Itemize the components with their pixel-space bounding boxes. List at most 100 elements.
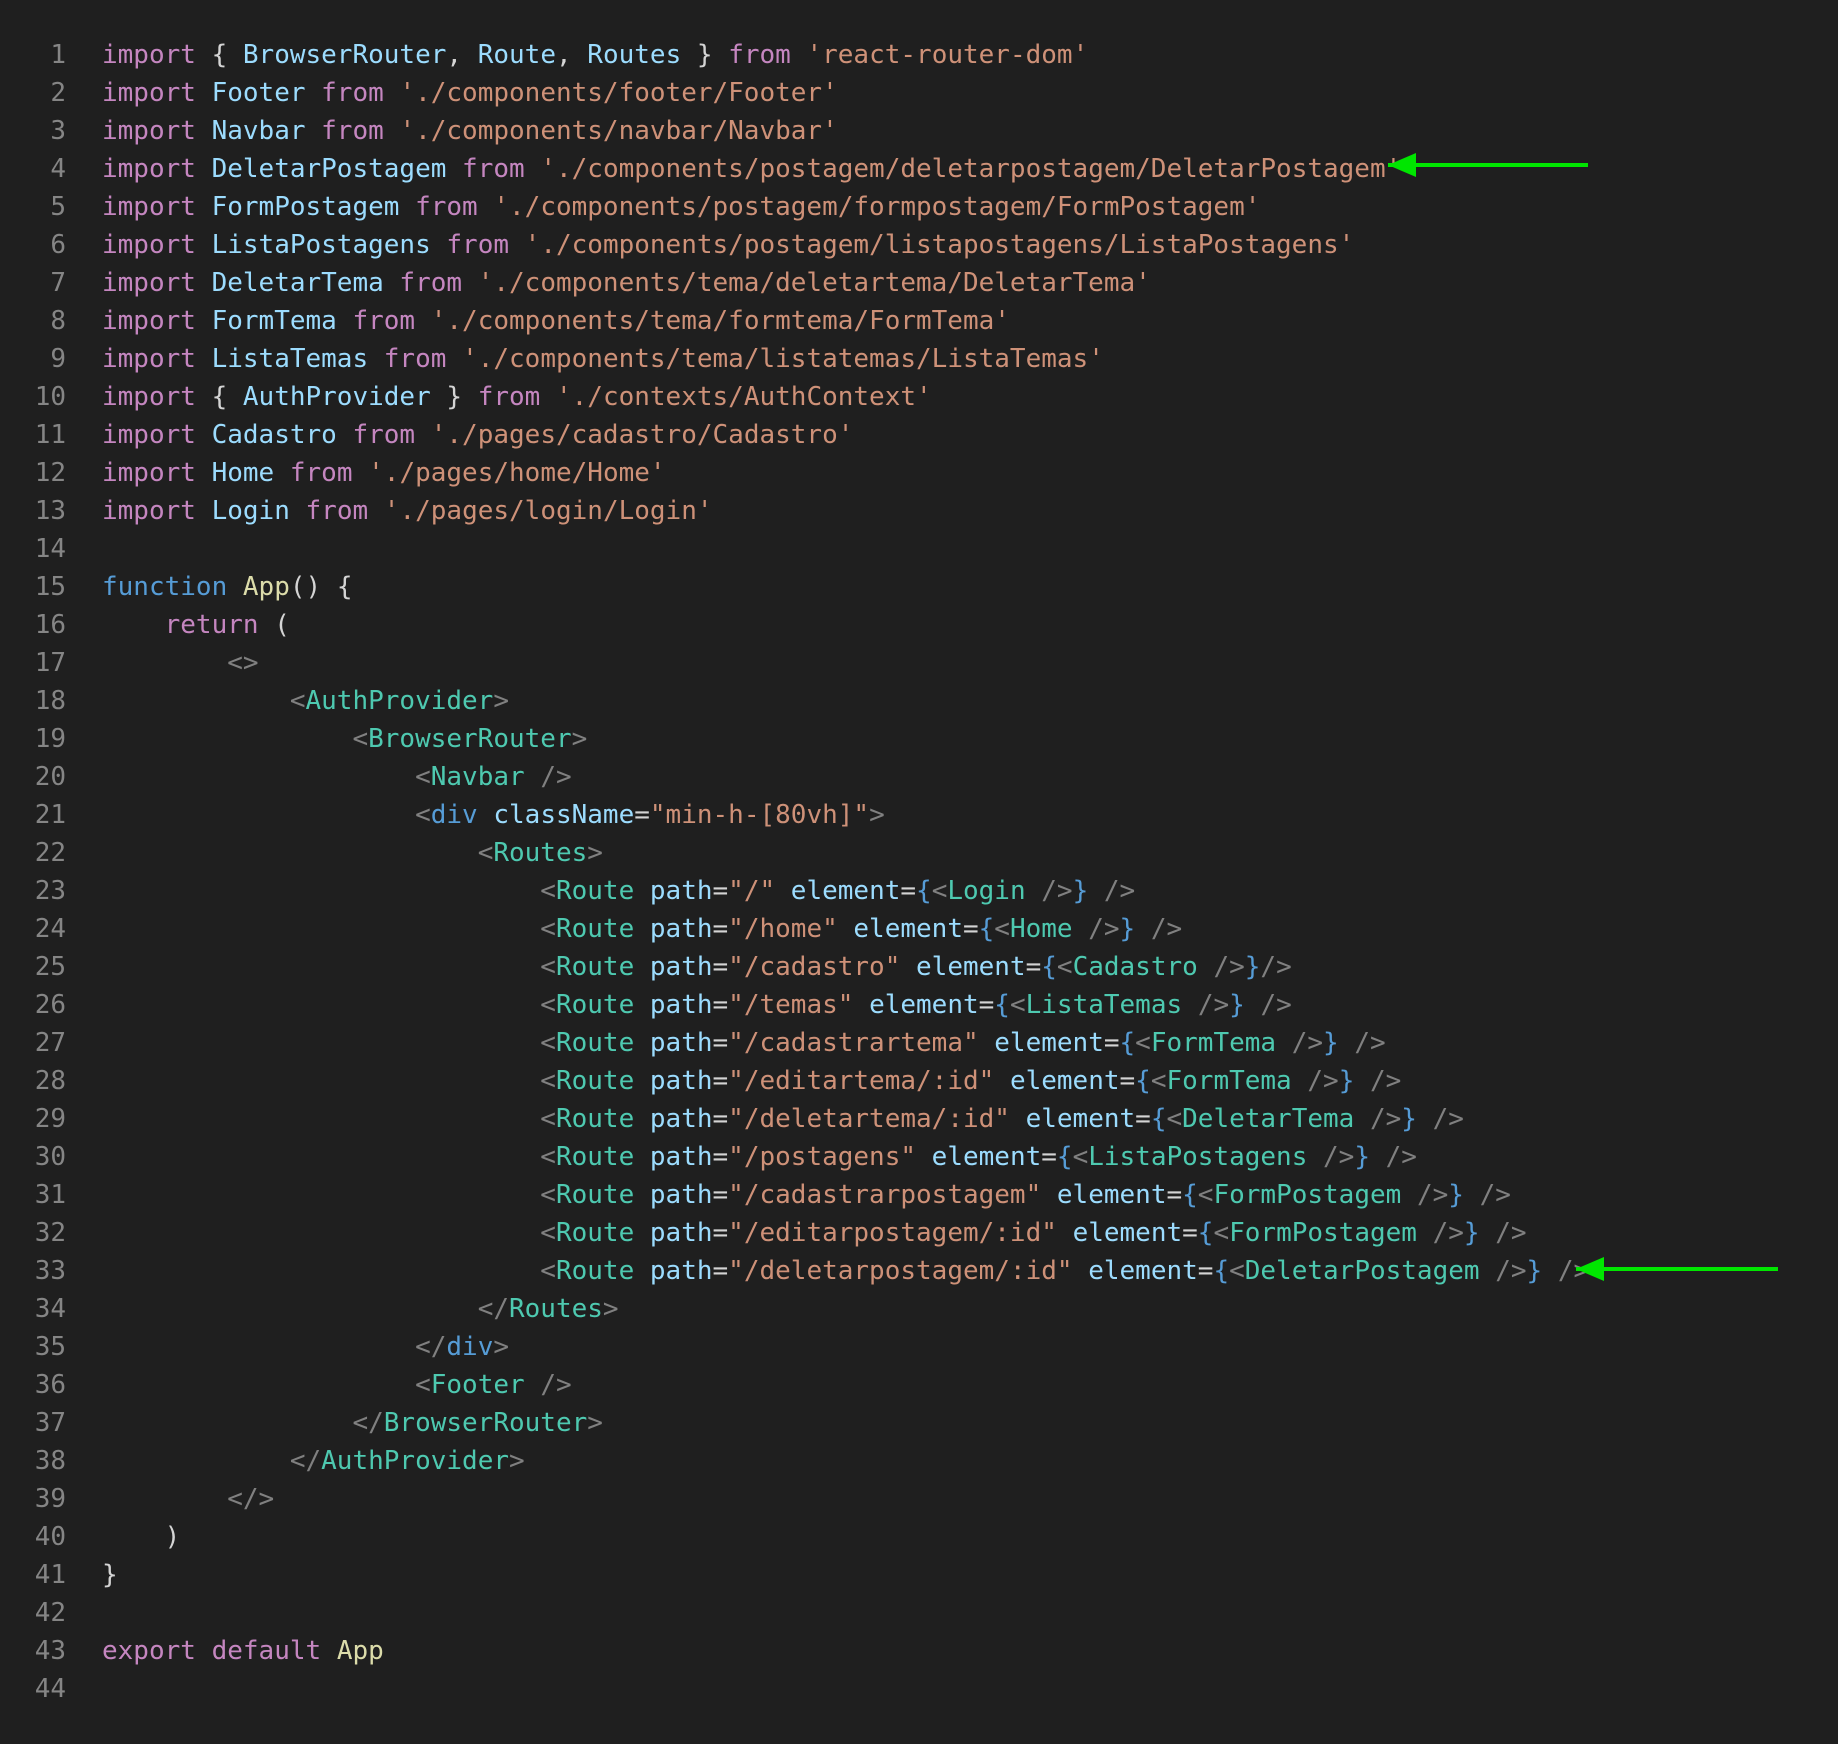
code-line[interactable]: 1 import { BrowserRouter, Route, Routes }… — [0, 36, 1838, 74]
code-line[interactable]: 23 <Route path="/" element={<Login />} /… — [0, 872, 1838, 910]
code-line[interactable]: 11 import Cadastro from './pages/cadastro… — [0, 416, 1838, 454]
code-text[interactable]: ) — [102, 1518, 181, 1556]
code-text[interactable]: <Navbar /> — [102, 758, 572, 796]
code-text[interactable]: export default App — [102, 1632, 384, 1670]
code-text[interactable]: <Route path="/deletarpostagem/:id" eleme… — [102, 1252, 1589, 1290]
code-line[interactable]: 34 </Routes> — [0, 1290, 1838, 1328]
code-line[interactable]: 38 </AuthProvider> — [0, 1442, 1838, 1480]
code-line[interactable]: 28 <Route path="/editartema/:id" element… — [0, 1062, 1838, 1100]
code-line[interactable]: 15 function App() { — [0, 568, 1838, 606]
code-text[interactable]: <BrowserRouter> — [102, 720, 587, 758]
code-text[interactable]: <Route path="/cadastro" element={<Cadast… — [102, 948, 1291, 986]
code-line[interactable]: 9 import ListaTemas from './components/te… — [0, 340, 1838, 378]
code-text[interactable]: </BrowserRouter> — [102, 1404, 602, 1442]
code-line[interactable]: 43 export default App — [0, 1632, 1838, 1670]
code-text[interactable]: import { AuthProvider } from './contexts… — [102, 378, 932, 416]
code-text[interactable]: import FormPostagem from './components/p… — [102, 188, 1260, 226]
brace-token: } — [1463, 1218, 1480, 1248]
code-line[interactable]: 4 import DeletarPostagem from './componen… — [0, 150, 1838, 188]
keyword-token: import — [102, 420, 196, 450]
bracket-token: < — [289, 686, 306, 716]
code-line[interactable]: 31 <Route path="/cadastrarpostagem" elem… — [0, 1176, 1838, 1214]
bracket-token: < — [1197, 1180, 1214, 1210]
code-text[interactable]: import Home from './pages/home/Home' — [102, 454, 666, 492]
punctuation-token — [368, 344, 384, 374]
keyword-token: import — [102, 40, 196, 70]
identifier-token: element — [790, 876, 901, 906]
code-text[interactable]: <Route path="/home" element={<Home />} /… — [102, 910, 1182, 948]
code-text[interactable]: </> — [102, 1480, 274, 1518]
code-text[interactable]: return ( — [102, 606, 290, 644]
code-text[interactable]: <Footer /> — [102, 1366, 572, 1404]
code-text[interactable]: import ListaPostagens from './components… — [102, 226, 1354, 264]
code-line[interactable]: 27 <Route path="/cadastrartema" element=… — [0, 1024, 1838, 1062]
code-text[interactable]: <div className="min-h-[80vh]"> — [102, 796, 885, 834]
code-line[interactable]: 14 — [0, 530, 1838, 568]
code-line[interactable]: 41} — [0, 1556, 1838, 1594]
code-text[interactable]: import Footer from './components/footer/… — [102, 74, 838, 112]
punctuation-token — [337, 420, 353, 450]
code-line[interactable]: 13 import Login from './pages/login/Login… — [0, 492, 1838, 530]
code-text[interactable]: <Routes> — [102, 834, 603, 872]
code-line[interactable]: 12 import Home from './pages/home/Home' — [0, 454, 1838, 492]
code-line[interactable]: 21 <div className="min-h-[80vh]"> — [0, 796, 1838, 834]
code-line[interactable]: 35 </div> — [0, 1328, 1838, 1366]
code-line[interactable]: 33 <Route path="/deletarpostagem/:id" el… — [0, 1252, 1838, 1290]
code-text[interactable]: <Route path="/postagens" element={<Lista… — [102, 1138, 1417, 1176]
code-line[interactable]: 24 <Route path="/home" element={<Home />… — [0, 910, 1838, 948]
code-line[interactable]: 3 import Navbar from './components/navbar… — [0, 112, 1838, 150]
code-line[interactable]: 39 </> — [0, 1480, 1838, 1518]
code-text[interactable]: <Route path="/cadastrartema" element={<F… — [102, 1024, 1385, 1062]
code-text[interactable]: </AuthProvider> — [102, 1442, 525, 1480]
code-line[interactable]: 2 import Footer from './components/footer… — [0, 74, 1838, 112]
bracket-token: /> — [1088, 914, 1120, 944]
code-line[interactable]: 44 — [0, 1670, 1838, 1708]
code-line[interactable]: 8 import FormTema from './components/tema… — [0, 302, 1838, 340]
code-text[interactable]: </div> — [102, 1328, 509, 1366]
code-text[interactable]: import FormTema from './components/tema/… — [102, 302, 1010, 340]
code-text[interactable]: import { BrowserRouter, Route, Routes } … — [102, 36, 1088, 74]
code-line[interactable]: 36 <Footer /> — [0, 1366, 1838, 1404]
code-text[interactable]: <> — [102, 644, 258, 682]
code-line[interactable]: 30 <Route path="/postagens" element={<Li… — [0, 1138, 1838, 1176]
bracket-token: < — [1150, 1066, 1167, 1096]
code-text[interactable]: </Routes> — [102, 1290, 619, 1328]
code-line[interactable]: 32 <Route path="/editarpostagem/:id" ele… — [0, 1214, 1838, 1252]
code-line[interactable]: 10 import { AuthProvider } from './contex… — [0, 378, 1838, 416]
code-text[interactable]: import Navbar from './components/navbar/… — [102, 112, 838, 150]
code-text[interactable]: import ListaTemas from './components/tem… — [102, 340, 1104, 378]
code-text[interactable]: <Route path="/cadastrarpostagem" element… — [102, 1176, 1511, 1214]
code-line[interactable]: 22 <Routes> — [0, 834, 1838, 872]
code-line[interactable]: 17 <> — [0, 644, 1838, 682]
punctuation-token: = — [1025, 952, 1042, 982]
code-line[interactable]: 29 <Route path="/deletartema/:id" elemen… — [0, 1100, 1838, 1138]
code-line[interactable]: 40 ) — [0, 1518, 1838, 1556]
code-line[interactable]: 19 <BrowserRouter> — [0, 720, 1838, 758]
code-line[interactable]: 20 <Navbar /> — [0, 758, 1838, 796]
punctuation-token — [509, 230, 525, 260]
code-text[interactable]: <Route path="/" element={<Login />} /> — [102, 872, 1135, 910]
code-line[interactable]: 16 return ( — [0, 606, 1838, 644]
code-text[interactable]: import Cadastro from './pages/cadastro/C… — [102, 416, 853, 454]
code-line[interactable]: 37 </BrowserRouter> — [0, 1404, 1838, 1442]
code-text[interactable]: <Route path="/deletartema/:id" element={… — [102, 1100, 1464, 1138]
code-line[interactable]: 7 import DeletarTema from './components/t… — [0, 264, 1838, 302]
code-text[interactable]: import DeletarPostagem from './component… — [102, 150, 1401, 188]
code-text[interactable]: <Route path="/editartema/:id" element={<… — [102, 1062, 1401, 1100]
code-text[interactable]: import Login from './pages/login/Login' — [102, 492, 713, 530]
code-text[interactable]: function App() { — [102, 568, 352, 606]
code-line[interactable]: 5 import FormPostagem from './components/… — [0, 188, 1838, 226]
code-text[interactable]: import DeletarTema from './components/te… — [102, 264, 1151, 302]
code-text[interactable]: <Route path="/editarpostagem/:id" elemen… — [102, 1214, 1526, 1252]
code-text[interactable]: <Route path="/temas" element={<ListaTema… — [102, 986, 1291, 1024]
code-line[interactable]: 18 <AuthProvider> — [0, 682, 1838, 720]
jsx-tag-token: DeletarPostagem — [1244, 1256, 1480, 1286]
code-text[interactable]: } — [102, 1556, 118, 1594]
code-line[interactable]: 26 <Route path="/temas" element={<ListaT… — [0, 986, 1838, 1024]
code-text[interactable]: <AuthProvider> — [102, 682, 509, 720]
code-editor[interactable]: 1 import { BrowserRouter, Route, Routes }… — [0, 36, 1838, 1708]
string-token: "/" — [728, 876, 776, 906]
code-line[interactable]: 25 <Route path="/cadastro" element={<Cad… — [0, 948, 1838, 986]
code-line[interactable]: 42 — [0, 1594, 1838, 1632]
code-line[interactable]: 6 import ListaPostagens from './component… — [0, 226, 1838, 264]
